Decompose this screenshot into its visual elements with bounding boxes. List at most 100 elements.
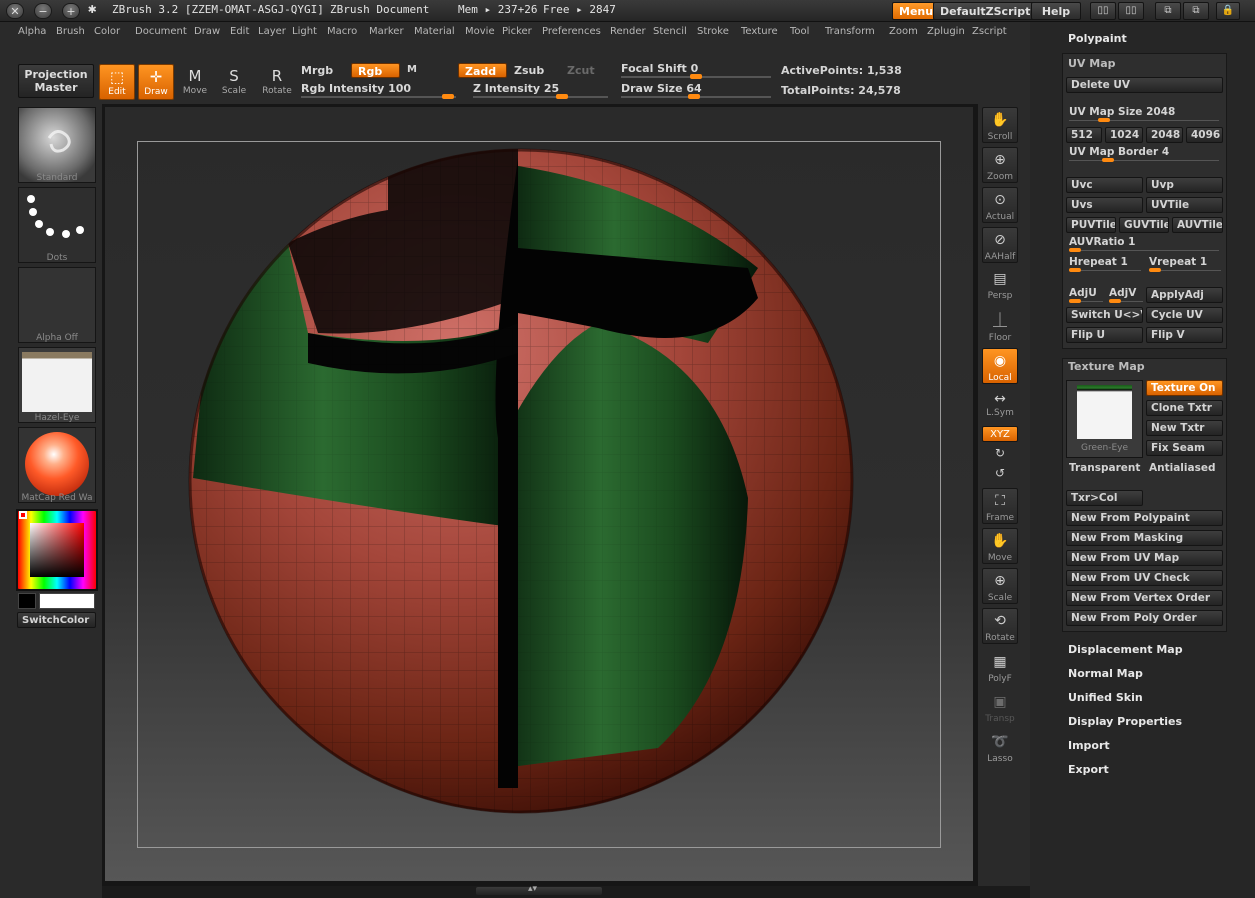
projection-master-button[interactable]: Projection Master xyxy=(18,64,94,98)
transp-button[interactable]: ▣ Transp xyxy=(982,690,1018,726)
rgb-intensity-knob[interactable] xyxy=(442,94,454,99)
rotate-button[interactable]: R Rotate xyxy=(259,64,295,100)
auvratio-knob[interactable] xyxy=(1069,248,1081,252)
frame-button[interactable]: ⛶ Frame xyxy=(982,488,1018,524)
uv-map-size-knob[interactable] xyxy=(1098,118,1110,122)
guvtiles-button[interactable]: GUVTiles xyxy=(1119,217,1169,233)
menu-macro[interactable]: Macro xyxy=(327,26,357,37)
rgb-intensity-track[interactable] xyxy=(301,96,456,98)
uvtile-button[interactable]: UVTile xyxy=(1146,197,1223,213)
polyf-button[interactable]: ▦ PolyF xyxy=(982,650,1018,686)
adjv-slider[interactable]: AdjV xyxy=(1109,287,1136,299)
floor-button[interactable]: ⏊ Floor xyxy=(982,309,1018,345)
uvp-button[interactable]: Uvp xyxy=(1146,177,1223,193)
display-properties-section[interactable]: Display Properties xyxy=(1068,715,1182,728)
switch-uv-button[interactable]: Switch U<>V xyxy=(1066,307,1143,323)
menu-alpha[interactable]: Alpha xyxy=(18,26,46,37)
window-tile-icon[interactable]: ⧉ xyxy=(1155,2,1181,20)
menu-render[interactable]: Render xyxy=(610,26,646,37)
export-section[interactable]: Export xyxy=(1068,763,1109,776)
main-color-swatch[interactable] xyxy=(39,593,95,609)
zcut-button[interactable]: Zcut xyxy=(567,64,595,77)
uv-size-2048-button[interactable]: 2048 xyxy=(1146,127,1183,143)
txr-col-button[interactable]: Txr>Col xyxy=(1066,490,1143,506)
menu-edit[interactable]: Edit xyxy=(230,26,249,37)
vrepeat-knob[interactable] xyxy=(1149,268,1161,272)
texture-map-title[interactable]: Texture Map xyxy=(1068,360,1145,373)
focal-shift-knob[interactable] xyxy=(690,74,702,79)
help-button[interactable]: Help xyxy=(1031,2,1081,20)
focal-shift-slider[interactable]: Focal Shift 0 xyxy=(621,62,698,75)
alpha-thumbnail[interactable] xyxy=(18,267,96,343)
adju-knob[interactable] xyxy=(1069,299,1081,303)
aahalf-button[interactable]: ⊘ AAHalf xyxy=(982,227,1018,263)
uvc-button[interactable]: Uvc xyxy=(1066,177,1143,193)
minimize-icon[interactable]: − xyxy=(34,3,52,19)
maximize-icon[interactable]: + xyxy=(62,3,80,19)
rotate-z-button[interactable]: ↺ xyxy=(982,464,1018,482)
vrepeat-slider[interactable]: Vrepeat 1 xyxy=(1149,256,1207,268)
scroll-button[interactable]: ✋ Scroll xyxy=(982,107,1018,143)
switch-color-button[interactable]: SwitchColor xyxy=(17,612,96,628)
uv-map-title[interactable]: UV Map xyxy=(1068,57,1116,70)
sphere-model[interactable] xyxy=(188,148,854,814)
new-from-uv-check-button[interactable]: New From UV Check xyxy=(1066,570,1223,586)
menu-preferences[interactable]: Preferences xyxy=(542,26,601,37)
z-intensity-track[interactable] xyxy=(473,96,608,98)
menu-picker[interactable]: Picker xyxy=(502,26,532,37)
lsym-button[interactable]: ↔ L.Sym xyxy=(982,391,1018,419)
hrepeat-knob[interactable] xyxy=(1069,268,1081,272)
persp-button[interactable]: ▤ Persp xyxy=(982,267,1018,303)
cycle-uv-button[interactable]: Cycle UV xyxy=(1146,307,1223,323)
menu-zscript[interactable]: Zscript xyxy=(972,26,1007,37)
flip-u-button[interactable]: Flip U xyxy=(1066,327,1143,343)
layout-right-icon[interactable]: ▯▯ xyxy=(1118,2,1144,20)
unified-skin-section[interactable]: Unified Skin xyxy=(1068,691,1143,704)
m-button[interactable]: M xyxy=(407,64,417,75)
move-view-button[interactable]: ✋ Move xyxy=(982,528,1018,564)
menu-zplugin[interactable]: Zplugin xyxy=(927,26,965,37)
scale-button[interactable]: S Scale xyxy=(216,64,252,100)
move-button[interactable]: M Move xyxy=(177,64,213,100)
uv-map-size-slider[interactable]: UV Map Size 2048 xyxy=(1069,106,1175,118)
uvs-button[interactable]: Uvs xyxy=(1066,197,1143,213)
import-section[interactable]: Import xyxy=(1068,739,1110,752)
displacement-map-section[interactable]: Displacement Map xyxy=(1068,643,1183,656)
menu-texture[interactable]: Texture xyxy=(741,26,778,37)
auvratio-track[interactable] xyxy=(1069,250,1219,251)
menu-layer[interactable]: Layer xyxy=(258,26,286,37)
flip-v-button[interactable]: Flip V xyxy=(1146,327,1223,343)
new-from-uv-map-button[interactable]: New From UV Map xyxy=(1066,550,1223,566)
z-intensity-knob[interactable] xyxy=(556,94,568,99)
default-zscript-button[interactable]: DefaultZScript xyxy=(933,2,1038,20)
texture-thumbnail[interactable] xyxy=(18,347,96,423)
rgb-intensity-slider[interactable]: Rgb Intensity 100 xyxy=(301,82,411,95)
new-txtr-button[interactable]: New Txtr xyxy=(1146,420,1223,436)
uv-size-4096-button[interactable]: 4096 xyxy=(1186,127,1223,143)
draw-size-knob[interactable] xyxy=(688,94,700,99)
menu-tool[interactable]: Tool xyxy=(790,26,809,37)
menu-color[interactable]: Color xyxy=(94,26,120,37)
menu-zoom[interactable]: Zoom xyxy=(889,26,918,37)
local-button[interactable]: ◉ Local xyxy=(982,348,1018,384)
z-intensity-slider[interactable]: Z Intensity 25 xyxy=(473,82,559,95)
menu-brush[interactable]: Brush xyxy=(56,26,85,37)
adju-slider[interactable]: AdjU xyxy=(1069,287,1097,299)
menu-light[interactable]: Light xyxy=(292,26,317,37)
material-thumbnail[interactable] xyxy=(18,427,96,503)
edit-button[interactable]: ⬚ Edit xyxy=(99,64,135,100)
layout-left-icon[interactable]: ▯▯ xyxy=(1090,2,1116,20)
texture-map-thumbnail[interactable]: Green-Eye xyxy=(1066,380,1143,458)
menu-material[interactable]: Material xyxy=(414,26,455,37)
xyz-button[interactable]: XYZ xyxy=(982,426,1018,442)
rotate-view-button[interactable]: ⟲ Rotate xyxy=(982,608,1018,644)
primary-color-swatch[interactable] xyxy=(19,511,27,519)
hrepeat-slider[interactable]: Hrepeat 1 xyxy=(1069,256,1128,268)
auvratio-slider[interactable]: AUVRatio 1 xyxy=(1069,236,1135,248)
applyadj-button[interactable]: ApplyAdj xyxy=(1146,287,1223,303)
saturation-square[interactable] xyxy=(30,523,84,577)
uv-map-border-slider[interactable]: UV Map Border 4 xyxy=(1069,146,1169,158)
puvtiles-button[interactable]: PUVTiles xyxy=(1066,217,1116,233)
lock-icon[interactable]: 🔒 xyxy=(1216,2,1240,20)
new-from-poly-order-button[interactable]: New From Poly Order xyxy=(1066,610,1223,626)
